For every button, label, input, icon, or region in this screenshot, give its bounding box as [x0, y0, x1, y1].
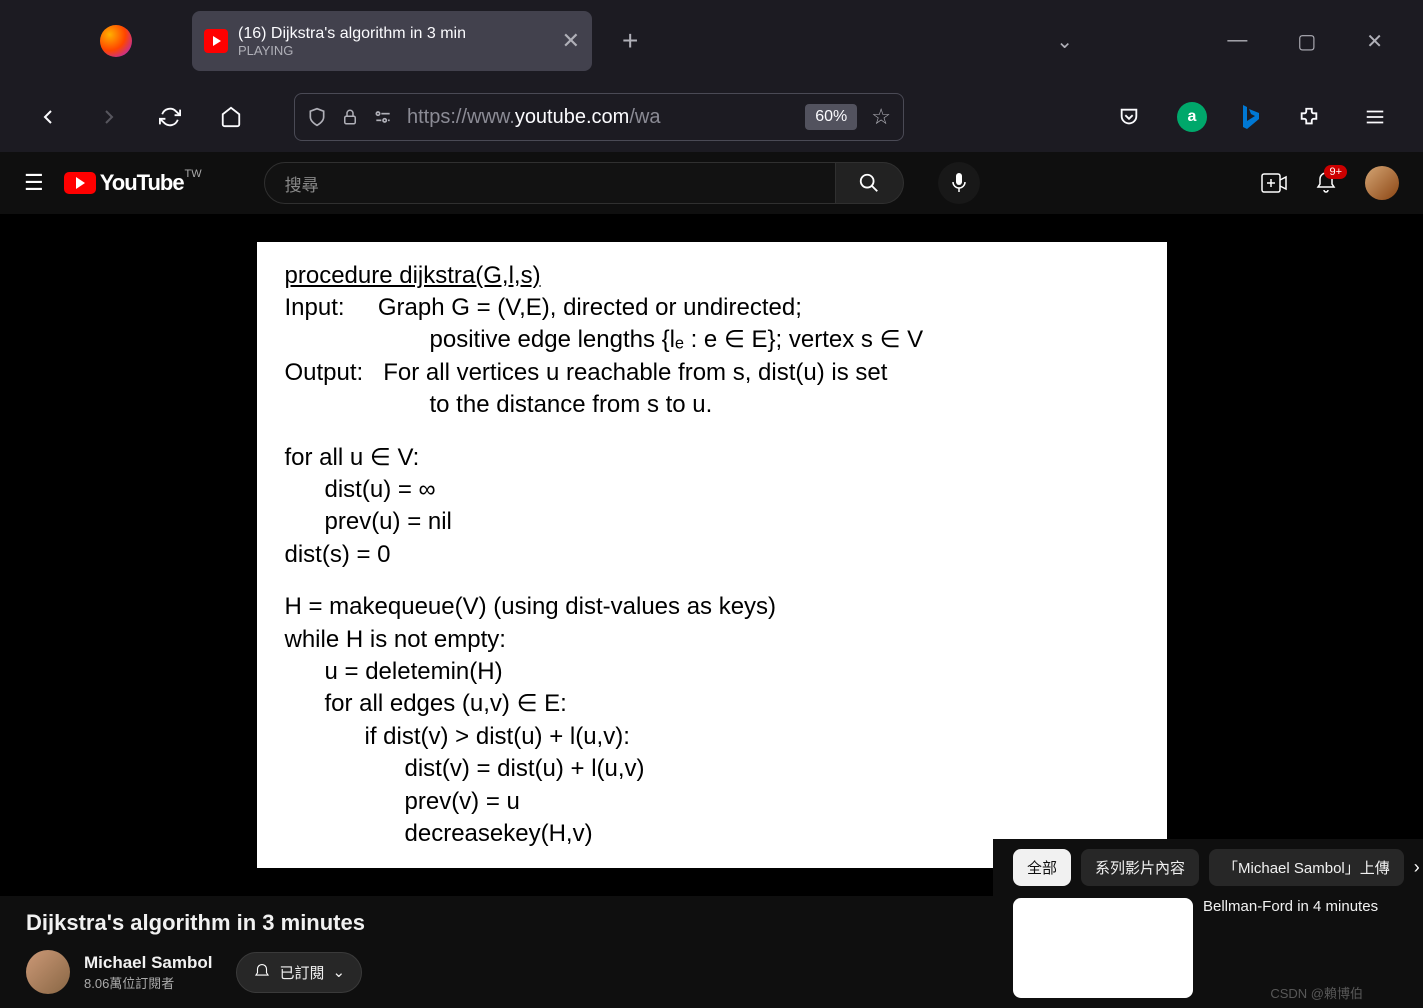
- user-avatar[interactable]: [1365, 166, 1399, 200]
- notification-badge: 9+: [1324, 165, 1347, 179]
- window-controls: — ▢ ✕: [1227, 29, 1423, 54]
- youtube-logo-text: YouTube: [100, 170, 184, 196]
- lock-icon[interactable]: [341, 108, 359, 126]
- browser-titlebar: (16) Dijkstra's algorithm in 3 min PLAYI…: [0, 0, 1423, 82]
- related-thumbnail: [1013, 898, 1193, 998]
- search-button[interactable]: [836, 162, 904, 204]
- youtube-play-icon: [64, 172, 96, 194]
- browser-tab[interactable]: (16) Dijkstra's algorithm in 3 min PLAYI…: [192, 11, 592, 71]
- channel-subs: 8.06萬位訂閱者: [84, 973, 212, 992]
- close-tab-icon[interactable]: ✕: [562, 28, 580, 54]
- youtube-header: ☰ YouTube TW 搜尋 9+: [0, 152, 1423, 214]
- close-window-icon[interactable]: ✕: [1366, 29, 1383, 54]
- video-content: procedure dijkstra(G,l,s) Input: Graph G…: [257, 242, 1167, 869]
- bookmark-star-icon[interactable]: ☆: [871, 104, 891, 130]
- url-bar[interactable]: https://www.youtube.com/wa 60% ☆: [294, 93, 904, 141]
- watermark: CSDN @賴博伯: [1270, 983, 1363, 1002]
- tab-title: (16) Dijkstra's algorithm in 3 min: [238, 25, 554, 43]
- minimize-icon[interactable]: —: [1227, 29, 1247, 54]
- notifications-icon[interactable]: 9+: [1315, 171, 1337, 195]
- search-container: 搜尋: [264, 162, 904, 204]
- shield-icon[interactable]: [307, 107, 327, 127]
- bell-icon: [253, 963, 271, 981]
- home-button[interactable]: [213, 99, 249, 135]
- chevron-right-icon[interactable]: ›: [1414, 857, 1420, 878]
- permissions-icon[interactable]: [373, 107, 393, 127]
- tab-text: (16) Dijkstra's algorithm in 3 min PLAYI…: [238, 25, 554, 58]
- back-button[interactable]: [30, 99, 66, 135]
- youtube-favicon-icon: [204, 29, 228, 53]
- video-player[interactable]: procedure dijkstra(G,l,s) Input: Graph G…: [0, 214, 1423, 896]
- url-text: https://www.youtube.com/wa: [407, 106, 791, 129]
- zoom-badge[interactable]: 60%: [805, 104, 857, 130]
- subscribe-button[interactable]: 已訂閱 ⌄: [236, 952, 362, 993]
- header-right: 9+: [1261, 166, 1399, 200]
- youtube-logo[interactable]: YouTube TW: [64, 170, 184, 196]
- browser-toolbar: https://www.youtube.com/wa 60% ☆ a: [0, 82, 1423, 152]
- search-input[interactable]: 搜尋: [264, 162, 836, 204]
- channel-avatar[interactable]: [26, 950, 70, 994]
- extension-a-icon[interactable]: a: [1177, 102, 1207, 132]
- youtube-country: TW: [184, 168, 201, 180]
- pocket-icon[interactable]: [1111, 99, 1147, 135]
- tab-status: PLAYING: [238, 43, 554, 58]
- hamburger-menu-icon[interactable]: ☰: [24, 170, 44, 196]
- chip-series[interactable]: 系列影片內容: [1081, 849, 1199, 886]
- firefox-logo-icon: [100, 25, 132, 57]
- forward-button[interactable]: [91, 99, 127, 135]
- create-icon[interactable]: [1261, 173, 1287, 193]
- chip-uploader[interactable]: 「Michael Sambol」上傳: [1209, 849, 1404, 886]
- new-tab-button[interactable]: +: [622, 25, 638, 57]
- app-menu-icon[interactable]: [1357, 99, 1393, 135]
- reload-button[interactable]: [152, 99, 188, 135]
- maximize-icon[interactable]: ▢: [1297, 29, 1316, 54]
- bing-icon[interactable]: [1237, 103, 1261, 131]
- extension-icons: a: [1111, 99, 1393, 135]
- extensions-icon[interactable]: [1291, 99, 1327, 135]
- voice-search-icon[interactable]: [938, 162, 980, 204]
- channel-info: Michael Sambol 8.06萬位訂閱者: [84, 953, 212, 992]
- chip-all[interactable]: 全部: [1013, 849, 1071, 886]
- tab-list-icon[interactable]: ⌄: [1056, 29, 1073, 54]
- chevron-down-icon: ⌄: [333, 963, 346, 981]
- filter-chips: 全部 系列影片內容 「Michael Sambol」上傳 ›: [1013, 849, 1403, 886]
- channel-name[interactable]: Michael Sambol: [84, 953, 212, 973]
